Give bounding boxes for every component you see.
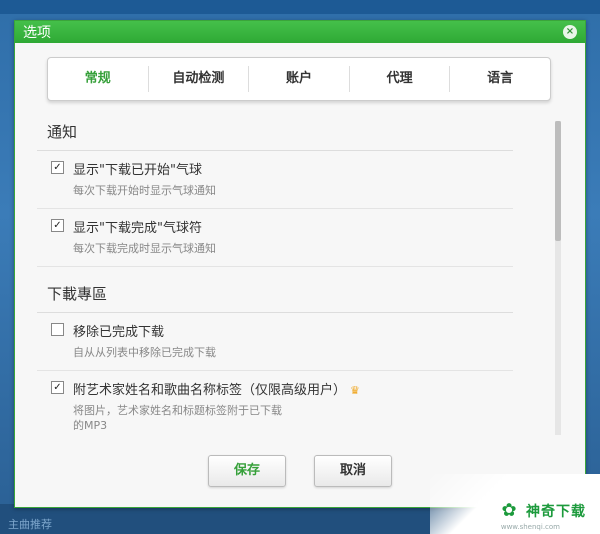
option-desc: 自从从列表中移除已完成下载 xyxy=(73,346,216,359)
options-dialog: 选项 × 常规 自动检测 账户 代理 语言 通知 ✓ 显示"下载已开始"气球 每… xyxy=(14,20,586,508)
option-desc-line1: 将图片，艺术家姓名和标题标签附于已下载 xyxy=(73,404,282,417)
checkbox-attach-tags[interactable]: ✓ xyxy=(51,381,64,394)
section-title-downloads: 下載專區 xyxy=(37,277,513,313)
option-item: ✓ 显示"下载完成"气球符 每次下载完成时显示气球通知 xyxy=(37,209,513,267)
checkbox-download-started[interactable]: ✓ xyxy=(51,161,64,174)
section-title-notifications: 通知 xyxy=(37,115,513,151)
save-button[interactable]: 保存 xyxy=(208,455,286,487)
option-desc: 每次下载完成时显示气球通知 xyxy=(73,242,216,255)
watermark-text: 神奇下载 xyxy=(526,504,586,520)
watermark-logo: ✿ 神奇下载 xyxy=(498,500,586,522)
option-label: 显示"下载完成"气球符 xyxy=(73,221,202,236)
tab-auto-detect[interactable]: 自动检测 xyxy=(149,66,250,92)
option-label: 附艺术家姓名和歌曲名称标签（仅限高级用户） ♛ xyxy=(73,379,499,398)
options-content: 通知 ✓ 显示"下载已开始"气球 每次下载开始时显示气球通知 ✓ 显示"下载完成… xyxy=(37,115,513,435)
option-item: ✓ 附艺术家姓名和歌曲名称标签（仅限高级用户） ♛ 将图片，艺术家姓名和标题标签附… xyxy=(37,371,513,435)
background-bottom-text: 主曲推荐 xyxy=(8,518,52,531)
option-item: ✓ 显示"下载已开始"气球 每次下载开始时显示气球通知 xyxy=(37,151,513,209)
option-desc-line2: 的MP3 xyxy=(73,419,108,432)
option-desc: 每次下载开始时显示气球通知 xyxy=(73,184,216,197)
tab-bar: 常规 自动检测 账户 代理 语言 xyxy=(47,57,551,101)
tab-proxy[interactable]: 代理 xyxy=(350,66,451,92)
watermark-subtext: www.shenqi.com xyxy=(500,523,560,531)
tab-account[interactable]: 账户 xyxy=(249,66,350,92)
option-item: 移除已完成下载 自从从列表中移除已完成下载 xyxy=(37,313,513,371)
tab-language[interactable]: 语言 xyxy=(450,66,550,92)
scrollbar[interactable] xyxy=(555,121,561,435)
shenqi-logo-icon: ✿ xyxy=(501,500,517,521)
checkbox-remove-completed[interactable] xyxy=(51,323,64,336)
option-label: 移除已完成下载 xyxy=(73,325,165,340)
cancel-button[interactable]: 取消 xyxy=(314,455,392,487)
option-label-text: 附艺术家姓名和歌曲名称标签（仅限高级用户） xyxy=(73,383,347,398)
option-desc: 将图片，艺术家姓名和标题标签附于已下载 的MP3 xyxy=(73,403,499,433)
watermark: ✿ 神奇下载 www.shenqi.com xyxy=(430,474,600,534)
dialog-title: 选项 xyxy=(23,25,51,41)
scrollbar-thumb[interactable] xyxy=(555,121,561,241)
close-icon[interactable]: × xyxy=(563,25,577,39)
tab-general[interactable]: 常规 xyxy=(48,66,149,92)
titlebar: 选项 × xyxy=(15,21,585,43)
option-label: 显示"下载已开始"气球 xyxy=(73,163,202,178)
crown-icon: ♛ xyxy=(350,384,360,397)
background-top-strip xyxy=(0,0,600,14)
checkbox-download-complete[interactable]: ✓ xyxy=(51,219,64,232)
